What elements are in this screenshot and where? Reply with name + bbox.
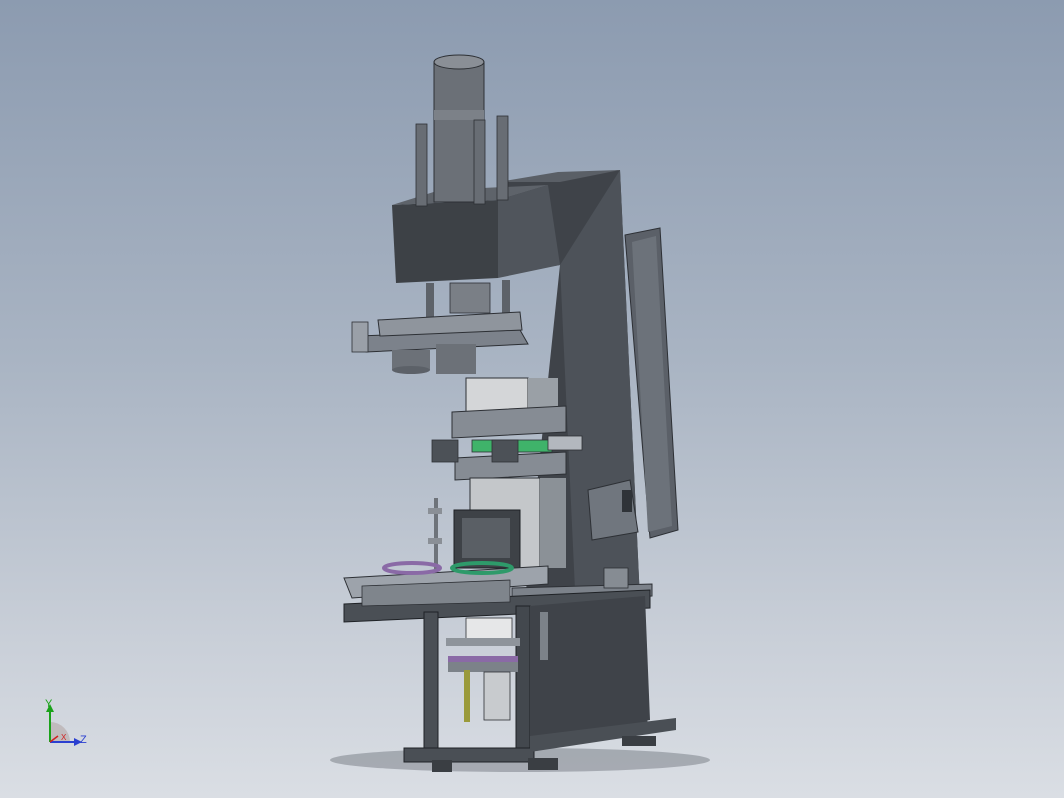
foot-left xyxy=(432,760,452,772)
foot-mid xyxy=(528,758,558,770)
lower-cylinder xyxy=(483,671,511,721)
guide-rod-mid xyxy=(473,119,486,205)
clamp-cylinder-right xyxy=(547,435,583,451)
y-axis-label: Y xyxy=(45,698,53,710)
olive-rod xyxy=(464,670,470,722)
lower-base-rail xyxy=(403,747,535,763)
foot-right xyxy=(622,736,656,746)
clamp-jaw-left xyxy=(431,439,459,463)
orientation-triad[interactable]: Y Z X xyxy=(36,698,96,758)
rail-stop-right xyxy=(603,567,629,589)
purple-fixture-ring xyxy=(382,561,442,575)
clamp-plate-upper xyxy=(451,405,567,439)
lower-leg-mid xyxy=(515,605,531,757)
lower-white-block xyxy=(465,617,513,641)
lower-mechanism-body xyxy=(448,662,518,672)
head-block-front xyxy=(392,200,498,283)
press-machine-model[interactable] xyxy=(0,0,1064,798)
lower-leg-left xyxy=(423,611,439,753)
sensor-head-2 xyxy=(428,538,442,544)
z-axis-label: Z xyxy=(80,734,87,746)
slide-end-bracket xyxy=(351,321,369,353)
guide-rod-right xyxy=(496,115,509,201)
sensor-head-1 xyxy=(428,508,442,514)
main-cylinder-top xyxy=(433,54,485,70)
lower-rod-strut xyxy=(540,612,548,660)
hanging-cylinder-left-bottom xyxy=(392,366,430,374)
hanging-cylinder-mid xyxy=(436,344,476,374)
cylinder-band xyxy=(434,110,484,120)
guide-rod-left xyxy=(415,123,428,207)
cad-viewport[interactable]: Y Z X xyxy=(0,0,1064,798)
x-axis-label: X xyxy=(61,733,67,742)
lead-column-rail xyxy=(540,478,566,568)
ram-shaft xyxy=(449,282,491,314)
motor-unit-panel xyxy=(462,518,510,558)
clamp-jaw-right xyxy=(491,439,519,463)
lower-purple-plate xyxy=(448,656,518,662)
electrical-box-window xyxy=(622,490,632,512)
lower-shelf xyxy=(446,638,520,646)
